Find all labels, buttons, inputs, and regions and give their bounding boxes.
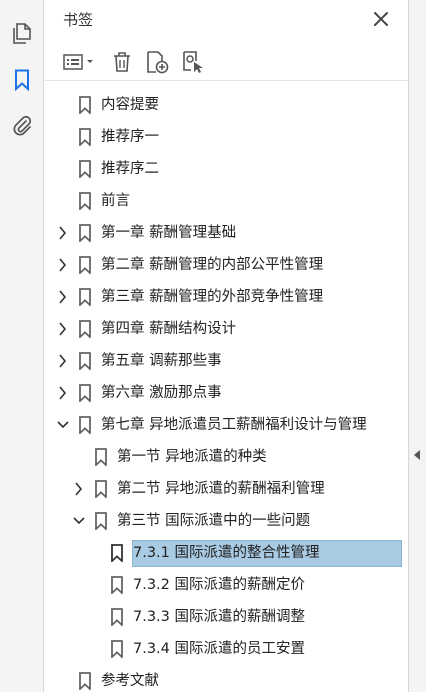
bookmark-label: 第一节 异地派遣的种类	[117, 449, 267, 465]
bookmark-icon	[95, 512, 107, 530]
new-bookmark-button[interactable]	[143, 49, 171, 75]
bookmark-label: 7.3.3 国际派遣的薪酬调整	[133, 609, 306, 625]
bookmark-icon	[15, 69, 29, 91]
bookmark-label: 第三节 国际派遣中的一些问题	[117, 513, 311, 529]
options-menu-button[interactable]	[59, 49, 99, 75]
bookmark-item[interactable]: 前言	[45, 187, 408, 215]
bookmark-item[interactable]: 第七章 异地派遣员工薪酬福利设计与管理	[45, 411, 408, 439]
bookmark-icon	[111, 640, 123, 658]
navigation-rail	[0, 0, 44, 692]
bookmark-item[interactable]: 第二节 异地派遣的薪酬福利管理	[45, 475, 408, 503]
chevron-down-icon[interactable]	[57, 418, 69, 432]
bookmark-icon	[95, 448, 107, 466]
bookmarks-toolbar	[45, 44, 408, 81]
bookmark-icon	[79, 672, 91, 690]
bookmarks-button[interactable]	[10, 68, 34, 92]
chevron-down-icon	[87, 60, 93, 63]
bookmark-label: 第四章 薪酬结构设计	[101, 321, 237, 337]
attachments-button[interactable]	[10, 113, 34, 137]
bookmark-label: 第六章 激励那点事	[101, 385, 222, 401]
bookmark-label: 参考文献	[101, 673, 159, 689]
bookmark-icon	[79, 352, 91, 370]
bookmark-icon	[79, 224, 91, 242]
bookmark-icon	[79, 96, 91, 114]
bookmark-icon	[79, 128, 91, 146]
bookmark-icon	[111, 608, 123, 626]
paperclip-icon	[13, 115, 32, 136]
bookmark-item[interactable]: 推荐序一	[45, 123, 408, 151]
bookmark-item[interactable]: 推荐序二	[45, 155, 408, 183]
bookmark-label: 第三章 薪酬管理的外部竞争性管理	[101, 289, 324, 305]
bookmark-item[interactable]: 参考文献	[45, 667, 408, 695]
bookmark-label: 第五章 调薪那些事	[101, 353, 222, 369]
bookmark-item[interactable]: 第一章 薪酬管理基础	[45, 219, 408, 247]
bookmark-item[interactable]: 第三章 薪酬管理的外部竞争性管理	[45, 283, 408, 311]
collapse-arrow-icon	[414, 450, 420, 460]
bookmark-icon	[79, 320, 91, 338]
bookmark-item[interactable]: 第四章 薪酬结构设计	[45, 315, 408, 343]
bookmark-label: 7.3.4 国际派遣的员工安置	[133, 641, 306, 657]
bookmark-label: 第一章 薪酬管理基础	[101, 225, 237, 241]
chevron-right-icon[interactable]	[57, 386, 69, 400]
bookmark-from-structure-icon	[183, 51, 203, 73]
bookmark-label: 内容提要	[101, 97, 159, 113]
chevron-right-icon[interactable]	[57, 322, 69, 336]
bookmark-icon	[79, 192, 91, 210]
panel-title: 书签	[63, 11, 94, 29]
bookmark-item[interactable]: 7.3.4 国际派遣的员工安置	[45, 635, 408, 663]
page-thumbnails-icon	[13, 23, 31, 44]
bookmark-item[interactable]: 第五章 调薪那些事	[45, 347, 408, 375]
bookmark-item[interactable]: 内容提要	[45, 91, 408, 119]
chevron-right-icon[interactable]	[57, 290, 69, 304]
bookmark-label: 第二章 薪酬管理的内部公平性管理	[101, 257, 324, 273]
bookmark-item[interactable]: 7.3.3 国际派遣的薪酬调整	[45, 603, 408, 631]
bookmark-label: 推荐序一	[101, 129, 159, 145]
bookmark-label: 第七章 异地派遣员工薪酬福利设计与管理	[101, 417, 367, 433]
new-bookmark-from-structure-button[interactable]	[179, 49, 207, 75]
bookmark-icon	[111, 544, 123, 562]
bookmark-item[interactable]: 第三节 国际派遣中的一些问题	[45, 507, 408, 535]
bookmark-label: 7.3.2 国际派遣的薪酬定价	[133, 577, 306, 593]
chevron-down-icon[interactable]	[73, 514, 85, 528]
close-panel-button[interactable]	[372, 10, 390, 28]
list-options-icon	[63, 54, 83, 70]
bookmark-icon	[79, 288, 91, 306]
add-bookmark-icon	[147, 51, 169, 74]
bookmark-icon	[95, 480, 107, 498]
bookmark-icon	[79, 160, 91, 178]
bookmark-item[interactable]: 第六章 激励那点事	[45, 379, 408, 407]
bookmark-icon	[111, 576, 123, 594]
chevron-right-icon[interactable]	[73, 482, 85, 496]
trash-icon	[114, 52, 130, 72]
bookmark-label: 7.3.1 国际派遣的整合性管理	[133, 545, 320, 561]
panel-header: 书签	[45, 0, 408, 38]
delete-bookmark-button[interactable]	[109, 49, 135, 75]
bookmark-label: 前言	[101, 193, 130, 209]
close-icon	[374, 12, 388, 26]
page-thumbnails-button[interactable]	[10, 22, 34, 46]
bookmark-icon	[79, 256, 91, 274]
bookmark-item[interactable]: 7.3.2 国际派遣的薪酬定价	[45, 571, 408, 599]
bookmark-label: 第二节 异地派遣的薪酬福利管理	[117, 481, 325, 497]
chevron-right-icon[interactable]	[57, 354, 69, 368]
bookmark-icon	[79, 416, 91, 434]
panel-collapse-strip[interactable]	[408, 0, 426, 692]
bookmark-item[interactable]: 7.3.1 国际派遣的整合性管理	[45, 539, 408, 567]
bookmark-item[interactable]: 第二章 薪酬管理的内部公平性管理	[45, 251, 408, 279]
bookmark-item[interactable]: 第一节 异地派遣的种类	[45, 443, 408, 471]
bookmark-icon	[79, 384, 91, 402]
bookmark-label: 推荐序二	[101, 161, 159, 177]
chevron-right-icon[interactable]	[57, 258, 69, 272]
chevron-right-icon[interactable]	[57, 226, 69, 240]
